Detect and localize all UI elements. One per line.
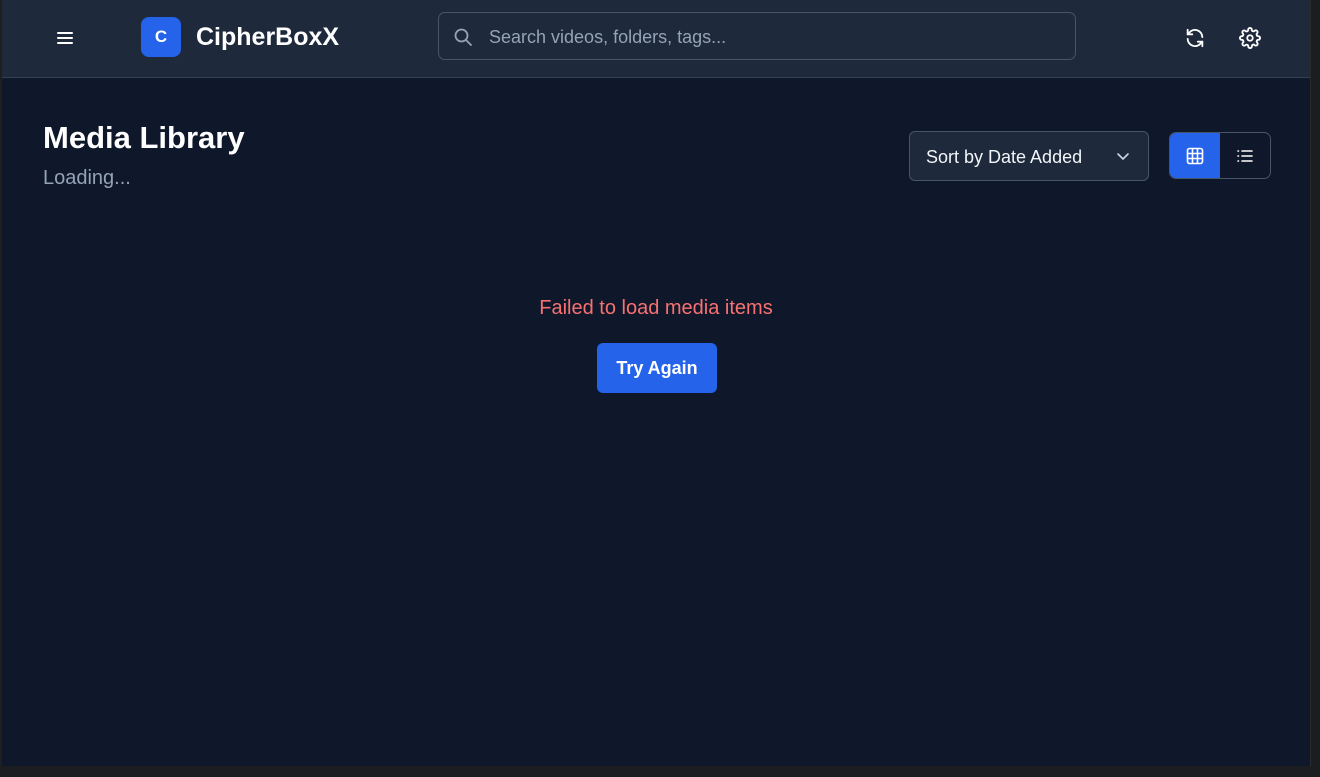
view-toggle <box>1169 132 1271 179</box>
page-subtitle: Loading... <box>43 167 131 189</box>
top-bar: C CipherBoxX <box>2 0 1310 78</box>
window-edge <box>1310 0 1320 777</box>
settings-button[interactable] <box>1231 19 1269 57</box>
app-logo: C <box>141 17 181 57</box>
window-edge-bottom <box>0 766 1320 777</box>
list-view-button[interactable] <box>1220 133 1270 178</box>
page-title: Media Library <box>43 120 245 155</box>
app-title: CipherBoxX <box>196 23 340 51</box>
grid-icon <box>1186 147 1204 164</box>
search-bar <box>438 12 1076 61</box>
search-input[interactable] <box>487 13 1066 61</box>
app-window: C CipherBoxX Media Library <box>2 0 1310 766</box>
refresh-button[interactable] <box>1176 19 1214 57</box>
hamburger-menu-icon <box>57 32 73 44</box>
grid-view-button[interactable] <box>1170 133 1220 178</box>
refresh-icon <box>1186 28 1204 48</box>
search-icon <box>454 28 472 46</box>
chevron-down-icon <box>1117 153 1129 160</box>
list-icon <box>1237 149 1253 162</box>
error-message: Failed to load media items <box>539 297 773 319</box>
menu-button[interactable] <box>47 20 83 56</box>
sort-dropdown[interactable]: Sort by Date Added <box>909 131 1149 181</box>
sort-selected-label: Sort by Date Added <box>926 147 1083 167</box>
logo-letter: C <box>154 27 168 46</box>
gear-icon <box>1239 27 1261 49</box>
try-again-button[interactable]: Try Again <box>597 343 717 393</box>
